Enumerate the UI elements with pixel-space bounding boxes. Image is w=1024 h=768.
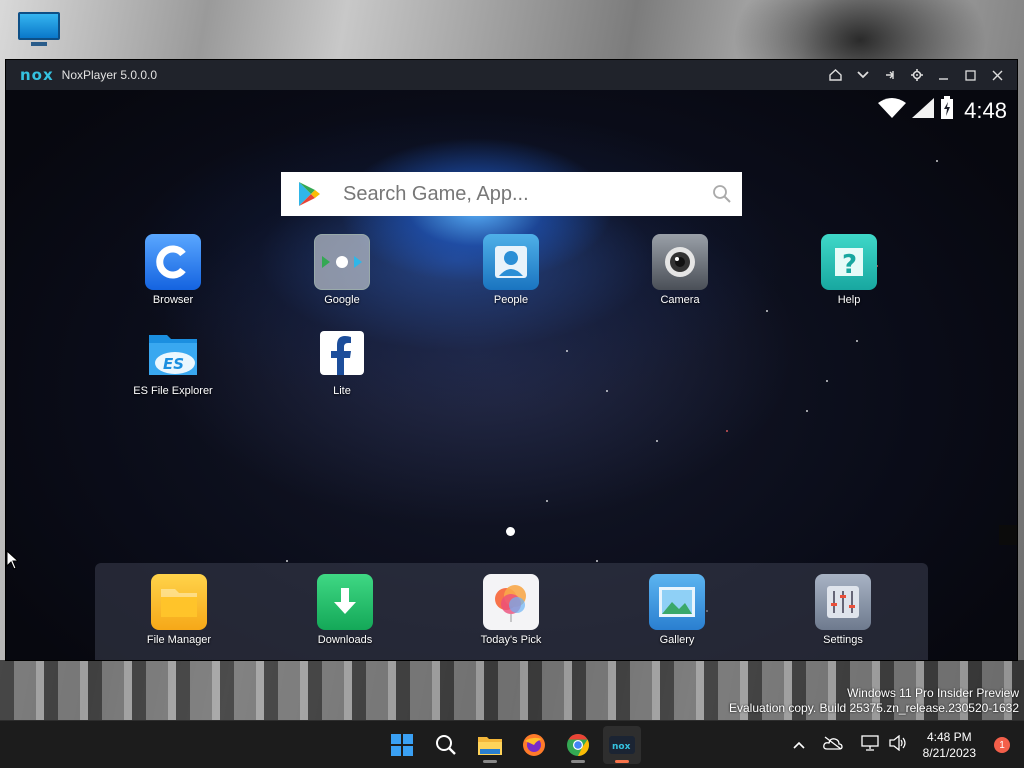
window-titlebar[interactable]: nox NoxPlayer 5.0.0.0 xyxy=(6,60,1017,90)
app-help[interactable]: ? Help xyxy=(799,234,899,306)
taskbar-apps: nox xyxy=(383,726,641,764)
file-explorer-icon[interactable] xyxy=(471,726,509,764)
windows-start-icon[interactable] xyxy=(383,726,421,764)
notification-badge[interactable]: 1 xyxy=(994,737,1010,753)
watermark-line-2: Evaluation copy. Build 25375.zn_release.… xyxy=(729,701,1019,715)
app-label: Google xyxy=(324,294,360,306)
dock-settings[interactable]: Settings xyxy=(793,574,893,646)
android-status-bar: 4:48 xyxy=(878,96,1007,125)
app-browser[interactable]: Browser xyxy=(123,234,223,306)
dock-file-manager[interactable]: File Manager xyxy=(129,574,229,646)
wifi-icon xyxy=(878,98,907,123)
chevron-down-icon[interactable] xyxy=(849,60,876,90)
people-icon xyxy=(483,234,539,290)
home-icon[interactable] xyxy=(822,60,849,90)
app-dock: File Manager Downloads Today's Pick Gall… xyxy=(95,563,928,660)
watermark-line-1: Windows 11 Pro Insider Preview xyxy=(847,686,1019,700)
nox-logo: nox xyxy=(20,66,54,84)
search-icon[interactable] xyxy=(427,726,465,764)
maximize-icon[interactable] xyxy=(957,60,984,90)
windows-taskbar: nox 4:48 PM 8/21/2023 1 xyxy=(0,720,1024,768)
camera-icon xyxy=(652,234,708,290)
chrome-icon[interactable] xyxy=(559,726,597,764)
gallery-icon xyxy=(649,574,705,630)
window-controls xyxy=(822,60,1011,90)
folder-icon xyxy=(151,574,207,630)
app-camera[interactable]: Camera xyxy=(630,234,730,306)
help-icon: ? xyxy=(821,234,877,290)
minimize-icon[interactable] xyxy=(930,60,957,90)
svg-text:?: ? xyxy=(842,250,857,280)
firefox-icon[interactable] xyxy=(515,726,553,764)
app-label: Today's Pick xyxy=(480,634,542,646)
google-play-icon xyxy=(289,181,329,207)
app-label: Camera xyxy=(660,294,700,306)
gear-icon[interactable] xyxy=(903,60,930,90)
signal-icon xyxy=(912,98,935,123)
android-clock: 4:48 xyxy=(964,97,1007,123)
dock-gallery[interactable]: Gallery xyxy=(627,574,727,646)
facebook-lite-icon xyxy=(314,325,370,381)
taskbar-clock[interactable]: 4:48 PM 8/21/2023 xyxy=(923,729,976,761)
app-google-folder[interactable]: Google xyxy=(292,234,392,306)
mouse-cursor-icon xyxy=(6,549,20,575)
page-indicator-dot xyxy=(506,527,515,536)
app-label: People xyxy=(493,294,529,306)
app-label: Help xyxy=(837,294,861,306)
svg-text:nox: nox xyxy=(612,742,631,752)
google-folder-icon xyxy=(314,234,370,290)
browser-icon xyxy=(145,234,201,290)
volume-icon[interactable] xyxy=(888,734,907,756)
app-label: Downloads xyxy=(317,634,373,646)
battery-charging-icon xyxy=(940,96,954,125)
dock-downloads[interactable]: Downloads xyxy=(295,574,395,646)
clock-time: 4:48 PM xyxy=(926,730,972,744)
svg-text:ES: ES xyxy=(163,355,184,373)
desktop-this-pc-icon[interactable] xyxy=(18,12,60,50)
clock-date: 8/21/2023 xyxy=(922,746,976,760)
noxplayer-window: nox NoxPlayer 5.0.0.0 4:48 Search Game, … xyxy=(6,60,1017,660)
app-label: File Manager xyxy=(146,634,212,646)
settings-sliders-icon xyxy=(815,574,871,630)
app-label: Browser xyxy=(152,294,194,306)
app-label: Lite xyxy=(333,385,351,397)
app-label: Settings xyxy=(823,634,863,646)
app-people[interactable]: People xyxy=(461,234,561,306)
es-file-explorer-icon: ES xyxy=(145,325,201,381)
app-label: Gallery xyxy=(659,634,695,646)
app-facebook-lite[interactable]: Lite xyxy=(292,325,392,397)
play-store-search-bar[interactable] xyxy=(281,172,742,216)
dock-todays-pick[interactable]: Today's Pick xyxy=(461,574,561,646)
app-label: ES File Explorer xyxy=(133,385,213,397)
window-title: NoxPlayer 5.0.0.0 xyxy=(61,68,158,82)
onedrive-offline-icon[interactable] xyxy=(822,735,843,755)
balloons-icon xyxy=(483,574,539,630)
side-handle xyxy=(999,525,1017,545)
chevron-up-icon[interactable] xyxy=(793,736,805,754)
app-es-file-explorer[interactable]: ES ES File Explorer xyxy=(123,325,223,397)
search-icon[interactable] xyxy=(702,184,742,204)
pin-icon[interactable] xyxy=(876,60,903,90)
download-icon xyxy=(317,574,373,630)
close-icon[interactable] xyxy=(984,60,1011,90)
android-home-screen[interactable]: 4:48 Browser xyxy=(6,90,1017,660)
nox-icon[interactable]: nox xyxy=(603,726,641,764)
system-tray: 4:48 PM 8/21/2023 1 xyxy=(793,721,1010,768)
network-icon[interactable] xyxy=(860,734,879,756)
windows-watermark: Windows 11 Pro Insider Preview Evaluatio… xyxy=(729,686,1019,716)
search-input[interactable] xyxy=(343,182,702,206)
